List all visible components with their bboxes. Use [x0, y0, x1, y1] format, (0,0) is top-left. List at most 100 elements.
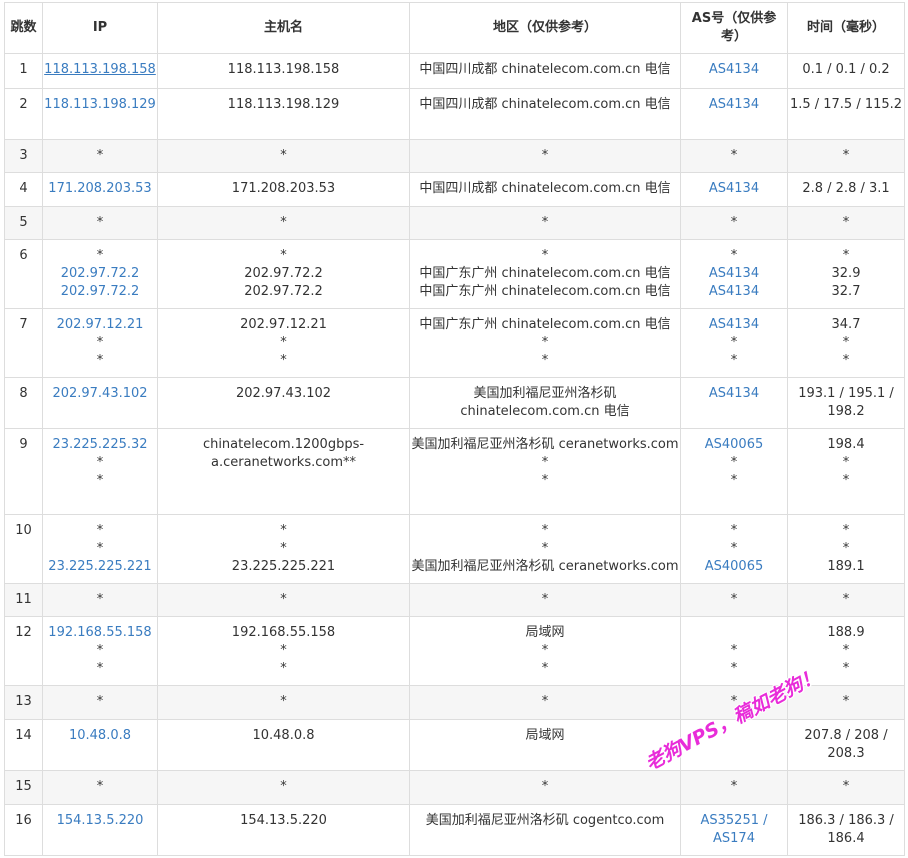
region-value: *	[541, 541, 549, 556]
time-value: *	[842, 694, 850, 709]
region-value: 美国加利福尼亚州洛杉矶 ceranetworks.com	[411, 437, 679, 452]
time-cell: 186.3 / 186.3 / 186.4	[787, 804, 905, 856]
region-value: *	[541, 353, 549, 368]
as-link[interactable]: AS4134	[682, 96, 787, 114]
hostname-cell: 118.113.198.158	[157, 53, 410, 89]
hostname-cell: *	[157, 206, 410, 240]
region-value: *	[541, 473, 549, 488]
time-cell: 207.8 / 208 / 208.3	[787, 719, 905, 771]
region-value: 美国加利福尼亚州洛杉矶 chinatelecom.com.cn 电信	[460, 386, 630, 419]
hop-cell: 13	[4, 685, 43, 720]
time-value: 34.7	[831, 317, 861, 332]
table-row: 15 * * * * *	[4, 770, 905, 805]
table-row: 12 192.168.55.158 * * 192.168.55.158 * * 局域网 * * *…	[4, 616, 905, 686]
time-value: 207.8 / 208 / 208.3	[804, 728, 888, 761]
hostname-cell: chinatelecom.1200gbps-a.ceranetworks.com…	[157, 428, 410, 515]
region-value: *	[541, 592, 549, 607]
host-value: 171.208.203.53	[231, 181, 336, 196]
time-value: *	[842, 353, 850, 368]
ip-value: *	[96, 643, 104, 658]
as-link[interactable]: AS4134	[682, 283, 787, 301]
ip-cell: * * 23.225.225.221	[42, 514, 158, 584]
as-link[interactable]: AS4134	[682, 265, 787, 283]
time-cell: *	[787, 583, 905, 617]
table-row: 3 * * * * *	[4, 139, 905, 173]
as-link[interactable]: AS4134	[682, 385, 787, 403]
host-value: *	[280, 353, 287, 368]
region-cell: 中国四川成都 chinatelecom.com.cn 电信	[409, 53, 681, 89]
time-value: *	[842, 148, 850, 163]
region-cell: 局域网 * *	[409, 616, 681, 686]
ip-link[interactable]: 154.13.5.220	[44, 812, 157, 830]
as-link[interactable]: AS4134	[682, 61, 787, 79]
as-link[interactable]: AS35251 / AS174	[700, 813, 767, 846]
host-value: *	[280, 148, 287, 163]
ip-link[interactable]: 118.113.198.129	[44, 96, 157, 114]
host-value: *	[349, 455, 357, 470]
ip-value: *	[96, 661, 104, 676]
region-value: *	[541, 335, 549, 350]
ip-cell: * 202.97.72.2 202.97.72.2	[42, 239, 158, 309]
host-value: *	[280, 523, 287, 538]
region-value: *	[541, 643, 549, 658]
hop-cell: 10	[4, 514, 43, 584]
as-link[interactable]: AS40065	[682, 436, 787, 454]
as-cell: * AS4134 AS4134	[680, 239, 788, 309]
ip-link[interactable]: 192.168.55.158	[44, 624, 157, 642]
region-value: 中国四川成都 chinatelecom.com.cn 电信	[419, 181, 671, 196]
host-value: chinatelecom.1200gbps-a.ceranetworks.com	[202, 437, 365, 470]
ip-link[interactable]: 10.48.0.8	[44, 727, 157, 745]
region-cell: *	[409, 139, 681, 173]
hop-cell: 16	[4, 804, 43, 856]
table-row: 7 202.97.12.21 * * 202.97.12.21 * * 中国广东广州 chin…	[4, 308, 905, 378]
time-value: *	[842, 661, 850, 676]
ip-link[interactable]: 23.225.225.221	[44, 558, 157, 576]
region-cell: * * 美国加利福尼亚州洛杉矶 ceranetworks.com	[409, 514, 681, 584]
as-link[interactable]: AS40065	[682, 558, 787, 576]
ip-link[interactable]: 202.97.12.21	[44, 316, 157, 334]
region-cell: *	[409, 583, 681, 617]
time-cell: 1.5 / 17.5 / 115.2	[787, 88, 905, 140]
hop-cell: 7	[4, 308, 43, 378]
as-link[interactable]: AS4134	[682, 180, 787, 198]
region-value: *	[541, 661, 549, 676]
host-value: *	[280, 661, 287, 676]
time-value: *	[842, 455, 850, 470]
table-row: 8 202.97.43.102 202.97.43.102 美国加利福尼亚州洛杉矶 c…	[4, 377, 905, 429]
as-value: *	[730, 661, 738, 676]
as-value: *	[730, 353, 738, 368]
ip-cell: *	[42, 583, 158, 617]
region-value: 局域网	[525, 625, 565, 640]
time-value: *	[842, 248, 850, 263]
region-value: *	[541, 694, 549, 709]
ip-link[interactable]: 171.208.203.53	[44, 180, 157, 198]
as-cell: AS4134	[680, 53, 788, 89]
time-cell: 198.4 * *	[787, 428, 905, 515]
time-cell: *	[787, 139, 905, 173]
time-value: 188.9	[827, 625, 865, 640]
host-value: 118.113.198.158	[227, 62, 340, 77]
time-value: 0.1 / 0.1 / 0.2	[802, 62, 890, 77]
ip-cell: *	[42, 685, 158, 720]
header-time: 时间（毫秒）	[787, 2, 905, 54]
ip-link[interactable]: 202.97.43.102	[44, 385, 157, 403]
as-value: *	[730, 523, 738, 538]
ip-link[interactable]: 202.97.72.2	[44, 265, 157, 283]
ip-value: *	[96, 694, 104, 709]
region-cell: 中国广东广州 chinatelecom.com.cn 电信 * *	[409, 308, 681, 378]
time-value: *	[842, 473, 850, 488]
region-value: *	[541, 215, 549, 230]
hop-cell: 1	[4, 53, 43, 89]
as-value: *	[730, 335, 738, 350]
ip-cell: 192.168.55.158 * *	[42, 616, 158, 686]
time-value: 32.7	[831, 284, 861, 299]
time-value: *	[842, 215, 850, 230]
as-link[interactable]: AS4134	[682, 316, 787, 334]
host-value: *	[280, 248, 287, 263]
hop-cell: 5	[4, 206, 43, 240]
ip-value: *	[96, 353, 104, 368]
ip-link[interactable]: 202.97.72.2	[44, 283, 157, 301]
ip-link[interactable]: 23.225.225.32	[44, 436, 157, 454]
ip-link[interactable]: 118.113.198.158	[44, 61, 157, 79]
hop-cell: 6	[4, 239, 43, 309]
